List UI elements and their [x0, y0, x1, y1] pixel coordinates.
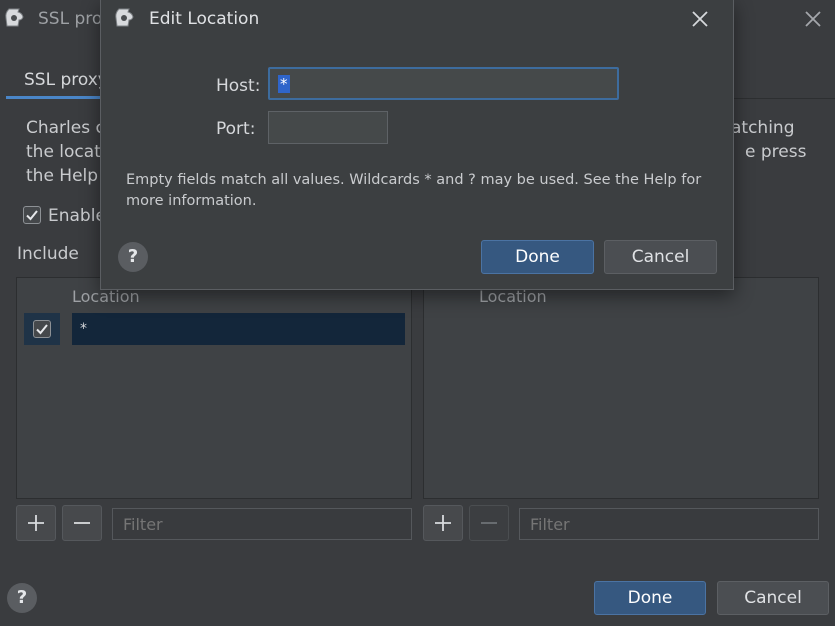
include-filter-input[interactable]	[112, 508, 412, 540]
exclude-add-button[interactable]	[423, 505, 463, 541]
minus-icon	[481, 522, 497, 524]
description-line-1-right: atching	[731, 118, 795, 138]
charles-jug-icon	[4, 6, 26, 30]
plus-icon	[28, 515, 44, 531]
exclude-remove-button[interactable]	[469, 505, 509, 541]
host-input-value: *	[278, 75, 290, 93]
minus-icon	[74, 522, 90, 524]
dialog-note: Empty fields match all values. Wildcards…	[126, 172, 702, 209]
exclude-table[interactable]	[423, 277, 819, 499]
exclude-filter-input[interactable]	[519, 508, 819, 540]
port-label: Port:	[216, 119, 256, 139]
background-close-icon[interactable]	[802, 8, 824, 30]
background-help-button[interactable]: ?	[7, 583, 37, 613]
dialog-done-button[interactable]: Done	[481, 240, 594, 274]
include-remove-button[interactable]	[62, 505, 102, 541]
enable-label: Enable	[48, 206, 106, 226]
tab-ssl-proxy[interactable]: SSL proxy	[24, 70, 108, 90]
dialog-close-icon[interactable]	[689, 8, 711, 30]
background-done-button[interactable]: Done	[594, 581, 706, 615]
port-input[interactable]	[268, 111, 388, 144]
charles-jug-icon	[114, 6, 136, 30]
dialog-cancel-button[interactable]: Cancel	[604, 240, 717, 274]
include-table[interactable]	[16, 277, 412, 499]
include-row-checkbox[interactable]	[24, 313, 60, 345]
description-line-2-right: e press	[745, 142, 807, 162]
include-row-location[interactable]: *	[72, 313, 405, 345]
background-cancel-button[interactable]: Cancel	[717, 581, 829, 615]
include-add-button[interactable]	[16, 505, 56, 541]
dialog-help-button[interactable]: ?	[118, 242, 148, 272]
include-label: Include	[17, 244, 79, 264]
host-input[interactable]: *	[268, 67, 619, 100]
host-label: Host:	[216, 76, 261, 96]
enable-checkbox[interactable]	[23, 206, 41, 224]
description-line-3: the Help	[26, 166, 99, 186]
include-row-check-icon	[33, 320, 51, 338]
plus-icon	[435, 515, 451, 531]
dialog-title: Edit Location	[149, 9, 260, 29]
